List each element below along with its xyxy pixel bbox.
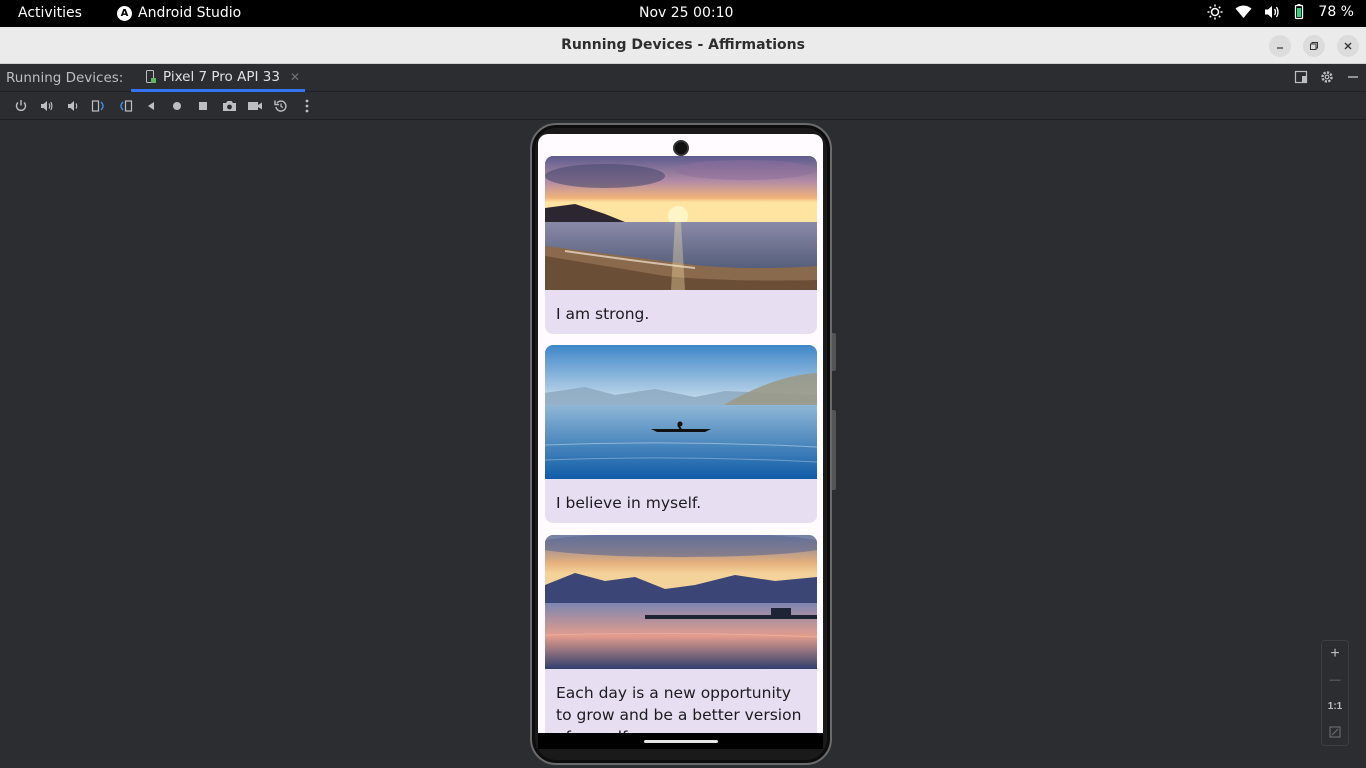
device-toolbar (0, 92, 1366, 120)
tab-close-icon[interactable]: ✕ (290, 70, 300, 84)
actual-size-button[interactable]: 1:1 (1322, 694, 1348, 718)
reset-icon (274, 99, 287, 112)
screenshot-button[interactable] (216, 93, 242, 119)
settings-gear-icon[interactable] (1320, 70, 1334, 87)
running-devices-header: Running Devices: Pixel 7 Pro API 33 ✕ (0, 64, 1366, 92)
battery-percent: 78 % (1318, 4, 1354, 20)
device-volume-key[interactable] (832, 410, 836, 490)
back-button[interactable] (138, 93, 164, 119)
home-icon (173, 101, 181, 110)
battery-icon (1292, 4, 1306, 20)
more-options-button[interactable] (294, 93, 320, 119)
device-power-key[interactable] (832, 333, 836, 371)
overview-icon (199, 101, 207, 110)
screen-record-button[interactable] (242, 93, 268, 119)
layout-icon[interactable] (1294, 70, 1308, 87)
rotate-right-icon (120, 99, 133, 112)
maximize-button[interactable] (1303, 35, 1325, 57)
window-title-bar[interactable]: Running Devices - Affirmations (0, 27, 1366, 64)
power-icon (15, 99, 27, 111)
gesture-nav-bar[interactable] (538, 733, 823, 749)
fit-screen-icon (1329, 726, 1341, 738)
device-icon (146, 69, 156, 83)
close-icon (1344, 42, 1352, 50)
power-button[interactable] (8, 93, 34, 119)
volume-up-button[interactable] (34, 93, 60, 119)
wifi-icon (1235, 5, 1252, 19)
system-tray[interactable]: 78 % (1207, 4, 1354, 20)
device-screen[interactable]: I am strong. I believe in myself. Each d… (538, 134, 823, 749)
rotate-left-icon (91, 99, 104, 112)
overview-button[interactable] (190, 93, 216, 119)
screenshot-icon (222, 100, 236, 111)
rotate-right-button[interactable] (112, 93, 138, 119)
affirmation-card[interactable]: I am strong. (545, 156, 817, 334)
brightness-icon (1207, 4, 1223, 20)
affirmation-card[interactable]: I believe in myself. (545, 345, 817, 523)
affirmation-image (545, 156, 817, 290)
minimize-icon (1277, 47, 1283, 49)
volume-up-icon (41, 100, 53, 111)
zoom-controls: + — 1:1 (1321, 640, 1349, 746)
affirmation-image (545, 345, 817, 479)
zoom-in-label: + (1330, 645, 1340, 662)
volume-down-button[interactable] (60, 93, 86, 119)
activities-button[interactable]: Activities (18, 5, 82, 21)
close-button[interactable] (1337, 35, 1359, 57)
tab-label: Pixel 7 Pro API 33 (163, 68, 280, 85)
home-button[interactable] (164, 93, 190, 119)
affirmation-card[interactable]: Each day is a new opportunity to grow an… (545, 535, 817, 749)
app-name: Android Studio (138, 5, 242, 21)
zoom-out-button[interactable]: — (1322, 668, 1348, 692)
zoom-in-button[interactable]: + (1322, 642, 1348, 666)
window-title: Running Devices - Affirmations (561, 37, 805, 53)
more-icon (305, 99, 309, 112)
restore-icon (1310, 42, 1318, 50)
system-top-bar: Activities A Android Studio Nov 25 00:10… (0, 0, 1366, 27)
minimize-button[interactable] (1269, 35, 1291, 57)
zoom-out-label: — (1329, 674, 1341, 686)
home-gesture-handle[interactable] (644, 740, 718, 743)
back-icon (148, 101, 154, 110)
fit-screen-button[interactable] (1322, 720, 1348, 744)
volume-icon (1264, 5, 1280, 19)
reset-button[interactable] (268, 93, 294, 119)
hide-panel-icon[interactable] (1346, 70, 1360, 87)
volume-down-icon (68, 100, 78, 111)
affirmation-image (545, 535, 817, 669)
affirmation-text: I am strong. (556, 305, 650, 323)
tab-pixel-7-pro[interactable]: Pixel 7 Pro API 33 ✕ (131, 64, 305, 92)
actual-size-label: 1:1 (1327, 700, 1343, 712)
android-studio-icon: A (117, 5, 132, 21)
rotate-left-button[interactable] (86, 93, 112, 119)
screen-record-icon (248, 101, 262, 110)
clock[interactable]: Nov 25 00:10 (639, 5, 733, 21)
running-devices-label: Running Devices: (6, 70, 124, 86)
affirmation-text: I believe in myself. (556, 494, 702, 512)
front-camera (673, 140, 689, 156)
app-menu[interactable]: A Android Studio (117, 5, 241, 21)
